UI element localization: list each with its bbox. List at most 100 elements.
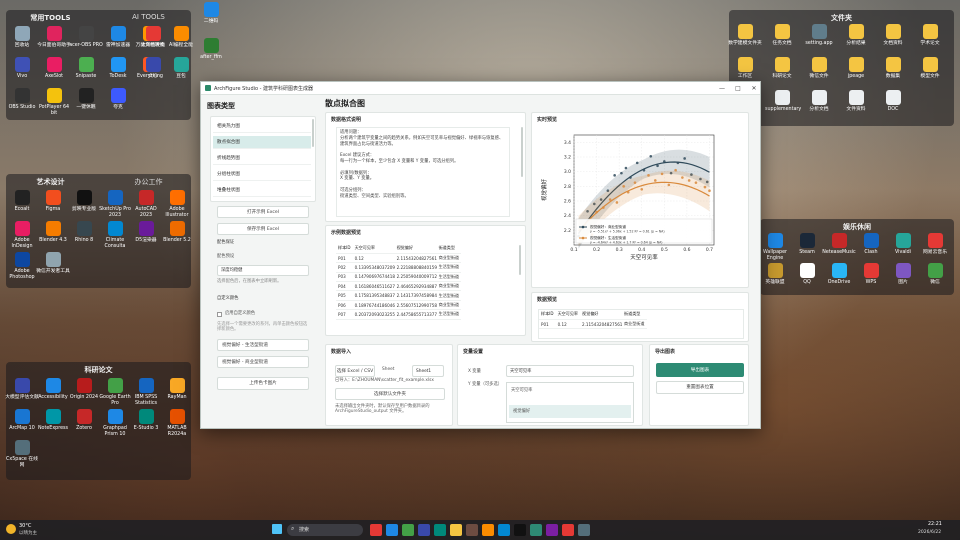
- taskbar-app-icon[interactable]: [450, 524, 462, 536]
- desktop-icon[interactable]: WPS: [854, 263, 888, 286]
- desktop-icon[interactable]: ToDesk: [101, 57, 135, 80]
- series-button-1[interactable]: 视觉偏好 - 生活型街道: [217, 339, 309, 351]
- desktop-icon[interactable]: OneDrive: [822, 263, 856, 286]
- taskbar-app-icon[interactable]: [466, 524, 478, 536]
- choose-excel-button[interactable]: 选择 Excel / CSV: [335, 365, 375, 377]
- table-header[interactable]: 视觉偏好: [580, 310, 623, 320]
- desktop-icon[interactable]: 微信开发者工具: [36, 252, 70, 275]
- desktop-icon[interactable]: SketchUp Pro 2023: [98, 190, 132, 218]
- close-button[interactable]: ✕: [746, 82, 762, 95]
- desktop-icon[interactable]: setting.app: [802, 24, 836, 47]
- desktop-icon[interactable]: 大模型评估文献: [5, 378, 39, 401]
- desktop-icon[interactable]: 雷神加速器: [101, 26, 135, 49]
- desktop-icon[interactable]: Adobe Photoshop: [5, 252, 39, 280]
- desktop-icon[interactable]: 任务文档: [765, 24, 799, 47]
- desktop-icon[interactable]: Zotero: [67, 409, 101, 432]
- desktop-icon[interactable]: ArcMap 10: [5, 409, 39, 432]
- desktop-icon[interactable]: Snipaste: [69, 57, 103, 80]
- desktop-icon[interactable]: NoteExpress: [36, 409, 70, 432]
- taskbar-app-icon[interactable]: [578, 524, 590, 536]
- taskbar-app-icon[interactable]: [402, 524, 414, 536]
- desktop-icon[interactable]: Climate Consulta: [98, 221, 132, 249]
- desktop-icon[interactable]: IBM SPSS Statistics: [129, 378, 163, 406]
- table-row[interactable]: P07 0.203720930232558 2.447586557133773 生活型…: [336, 309, 462, 320]
- table-row[interactable]: P03 0.147906976744186 2.250590400097129 生活型…: [336, 272, 462, 283]
- desktop-icon[interactable]: E-Studio 3: [129, 409, 163, 432]
- table-row[interactable]: P01 0.12 2.11543204827561 商业型街道: [539, 319, 647, 330]
- upload-palette-button[interactable]: 上传色卡图片: [217, 377, 309, 390]
- desktop-icon[interactable]: 英雄联盟: [758, 263, 792, 286]
- chart-type-1[interactable]: 散点拟合图: [213, 136, 311, 149]
- desktop-icon[interactable]: 图片: [886, 263, 920, 286]
- desktop-icon[interactable]: 一键休眠: [69, 88, 103, 111]
- export-chart-button[interactable]: 导出图表: [656, 363, 744, 377]
- desktop-icon[interactable]: 二维码: [194, 2, 228, 25]
- x-variable-select[interactable]: 天空可见率: [506, 365, 634, 377]
- desktop-icon[interactable]: 数据集: [876, 57, 910, 80]
- desktop-icon[interactable]: NeteaseMusic: [822, 233, 856, 256]
- save-example-button[interactable]: 保存示例 Excel: [217, 223, 309, 235]
- taskbar-app-icon[interactable]: [530, 524, 542, 536]
- choose-folder-button[interactable]: 选择默认文件夹: [335, 388, 445, 400]
- taskbar-app-icon[interactable]: [434, 524, 446, 536]
- taskbar-app-icon[interactable]: [418, 524, 430, 536]
- y-option-2[interactable]: 视觉偏好: [513, 409, 530, 414]
- desktop-icon[interactable]: Accessibility: [36, 378, 70, 401]
- desktop-icon[interactable]: Vivo: [5, 57, 39, 80]
- desktop-icon[interactable]: 学术论文: [913, 24, 947, 47]
- table-header[interactable]: 样本ID: [539, 310, 556, 320]
- desktop-icon[interactable]: 微信: [918, 263, 952, 286]
- reset-chart-button[interactable]: 重置图表位置: [656, 381, 744, 394]
- sheet-select[interactable]: Sheet1: [412, 365, 444, 377]
- open-example-button[interactable]: 打开示例 Excel: [217, 206, 309, 218]
- window-titlebar[interactable]: ArchFigure Studio - 建筑学科研图表生成器: [201, 82, 760, 95]
- desktop-icon[interactable]: Graphpad Prism 10: [98, 409, 132, 437]
- custom-color-checkbox[interactable]: [217, 312, 222, 317]
- desktop-icon[interactable]: 文件资料: [839, 90, 873, 113]
- desktop-icon[interactable]: 分析结果: [839, 24, 873, 47]
- sample-scrollbar[interactable]: [519, 245, 521, 275]
- desktop-icon[interactable]: Wallpaper Engine: [758, 233, 792, 261]
- desktop-icon[interactable]: QQ: [790, 263, 824, 286]
- desktop-icon[interactable]: D5渲染器: [129, 221, 163, 244]
- desktop-icon[interactable]: 夸克: [101, 88, 135, 111]
- desktop-icon[interactable]: acer-OBS PRO: [69, 26, 103, 49]
- start-icon[interactable]: [272, 524, 282, 534]
- desktop-icon[interactable]: 模型文件: [913, 57, 947, 80]
- y-option-1[interactable]: 天空可见率: [511, 388, 532, 393]
- table-row[interactable]: P06 0.189767441860465 2.556075129907581 商业型…: [336, 300, 462, 311]
- table-header[interactable]: 街道类型: [622, 310, 647, 320]
- palette-select[interactable]: 深度均稳健: [217, 265, 309, 276]
- taskbar-app-icon[interactable]: [386, 524, 398, 536]
- desktop-icon[interactable]: DOC: [876, 90, 910, 113]
- desktop-icon[interactable]: Steam: [790, 233, 824, 256]
- desktop-icon[interactable]: AI编程全能: [164, 26, 198, 49]
- series-button-2[interactable]: 视觉偏好 - 商业型街道: [217, 356, 309, 368]
- desktop-icon[interactable]: AxeSlot: [37, 57, 71, 80]
- taskbar-app-icon[interactable]: [546, 524, 558, 536]
- taskbar-app-icon[interactable]: [498, 524, 510, 536]
- desktop-icon[interactable]: Figma: [36, 190, 70, 213]
- desktop-icon[interactable]: RayMan: [160, 378, 194, 401]
- desktop-icon[interactable]: 科研论文: [765, 57, 799, 80]
- maximize-button[interactable]: □: [730, 82, 746, 95]
- desktop-icon[interactable]: 微信文件: [802, 57, 836, 80]
- desktop-icon[interactable]: after_ffm: [194, 38, 228, 61]
- table-row[interactable]: P05 0.175813953488372 2.143173974589845 生活型…: [336, 290, 462, 301]
- desktop-icon[interactable]: Blender 4.3: [36, 221, 70, 244]
- chart-type-0[interactable]: 相关热力图: [213, 120, 311, 133]
- desktop-icon[interactable]: Google Earth Pro: [98, 378, 132, 406]
- desktop-icon[interactable]: Adobe Illustrator: [160, 190, 194, 218]
- weather-icon[interactable]: [6, 524, 16, 534]
- desktop-icon[interactable]: 剪映专业版: [67, 190, 101, 213]
- table-header[interactable]: 样本ID: [336, 244, 353, 254]
- table-header[interactable]: 天空可见率: [352, 244, 395, 254]
- table-row[interactable]: P01 0.12 2.11543204827561 商业型街道: [336, 253, 462, 264]
- desktop-icon[interactable]: PotPlayer 64 bit: [37, 88, 71, 116]
- desktop-icon[interactable]: supplementary: [765, 90, 801, 113]
- chart-type-2[interactable]: 折线趋势图: [213, 152, 311, 165]
- taskbar-search[interactable]: ⌕ 搜索: [287, 524, 363, 536]
- chart-type-4[interactable]: 堆叠柱状图: [213, 184, 311, 197]
- taskbar-app-icon[interactable]: [482, 524, 494, 536]
- table-header[interactable]: 街道类型: [436, 244, 462, 254]
